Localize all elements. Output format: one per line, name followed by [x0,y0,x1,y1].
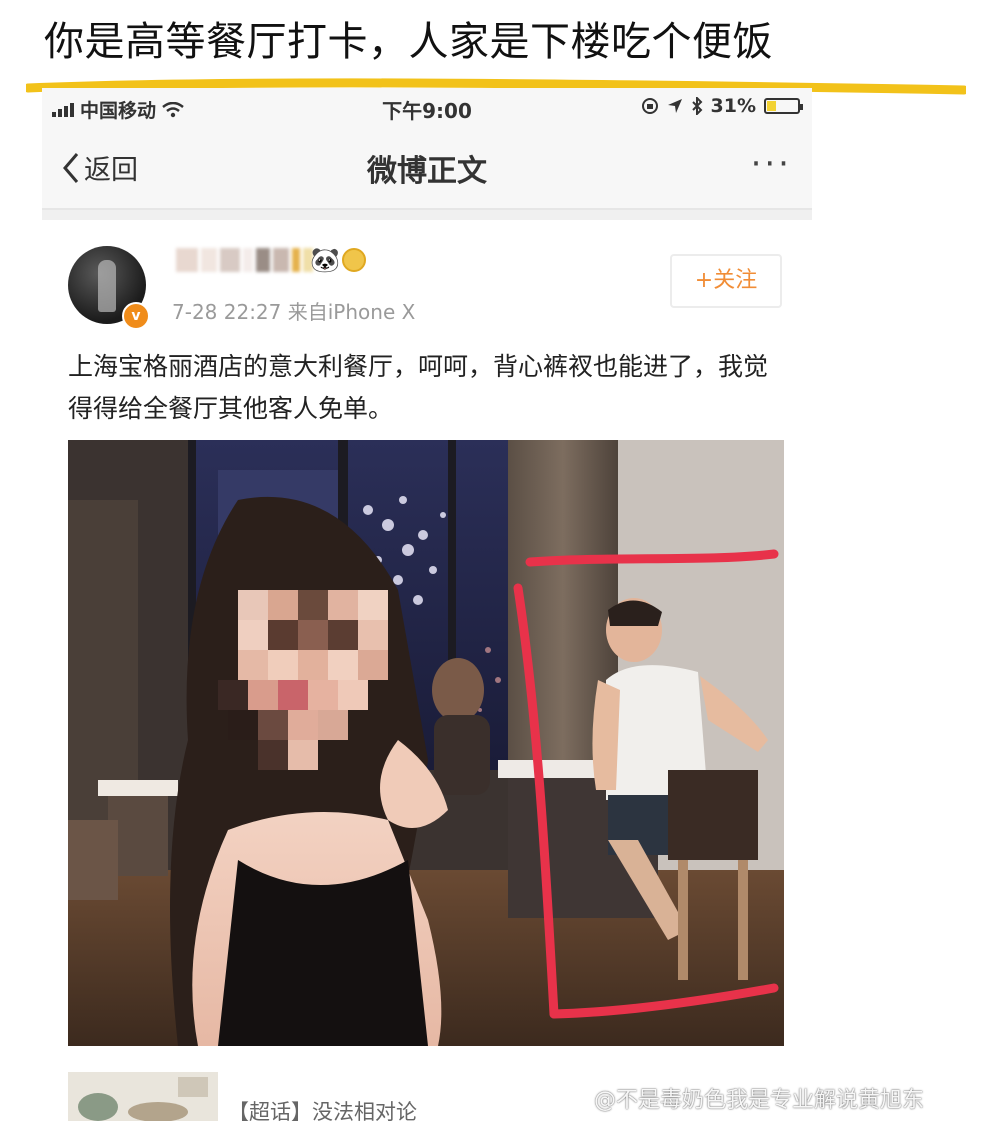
avatar-figure [98,260,116,312]
weibo-watermark: @不是毒奶色我是专业解说黄旭东 [556,1082,924,1114]
post-text: 上海宝格丽酒店的意大利餐厅，呵呵，背心裤衩也能进了，我觉得得给全餐厅其他客人免单… [68,352,769,423]
battery-icon [764,98,803,114]
bluetooth-icon [691,97,702,115]
more-options-button[interactable]: ··· [751,144,792,184]
phone-screenshot: 中国移动 下午9:00 31% 返回 微博正文 ··· v 🐼 7-28 22:… [42,88,812,1121]
next-post-thumbnail[interactable] [68,1072,218,1121]
headline: 你是高等餐厅打卡，人家是下楼吃个便饭 [44,19,773,65]
nav-bar: 返回 微博正文 ··· [42,126,812,210]
nav-title: 微博正文 [367,154,487,189]
username-blurred[interactable] [176,248,313,272]
section-separator [42,210,812,220]
status-bar: 中国移动 下午9:00 31% [42,88,812,126]
weibo-logo-icon [556,1088,587,1110]
battery-percent: 31% [710,95,756,117]
post-meta: 7-28 22:27 来自iPhone X [172,300,416,324]
verified-badge-icon: v [122,302,150,330]
topic-text[interactable]: 【超话】没法相对论 [228,1096,417,1121]
lock-rotation-icon [641,98,658,114]
location-icon [667,99,682,113]
medal-icon [342,248,366,272]
watermark-text: @不是毒奶色我是专业解说黄旭东 [594,1088,925,1113]
panda-emoji-icon: 🐼 [310,246,340,274]
thumbnail-illustration [68,1072,218,1121]
status-right: 31% [641,95,803,117]
post-photo[interactable] [68,440,784,1046]
follow-button[interactable]: +关注 [670,254,782,308]
